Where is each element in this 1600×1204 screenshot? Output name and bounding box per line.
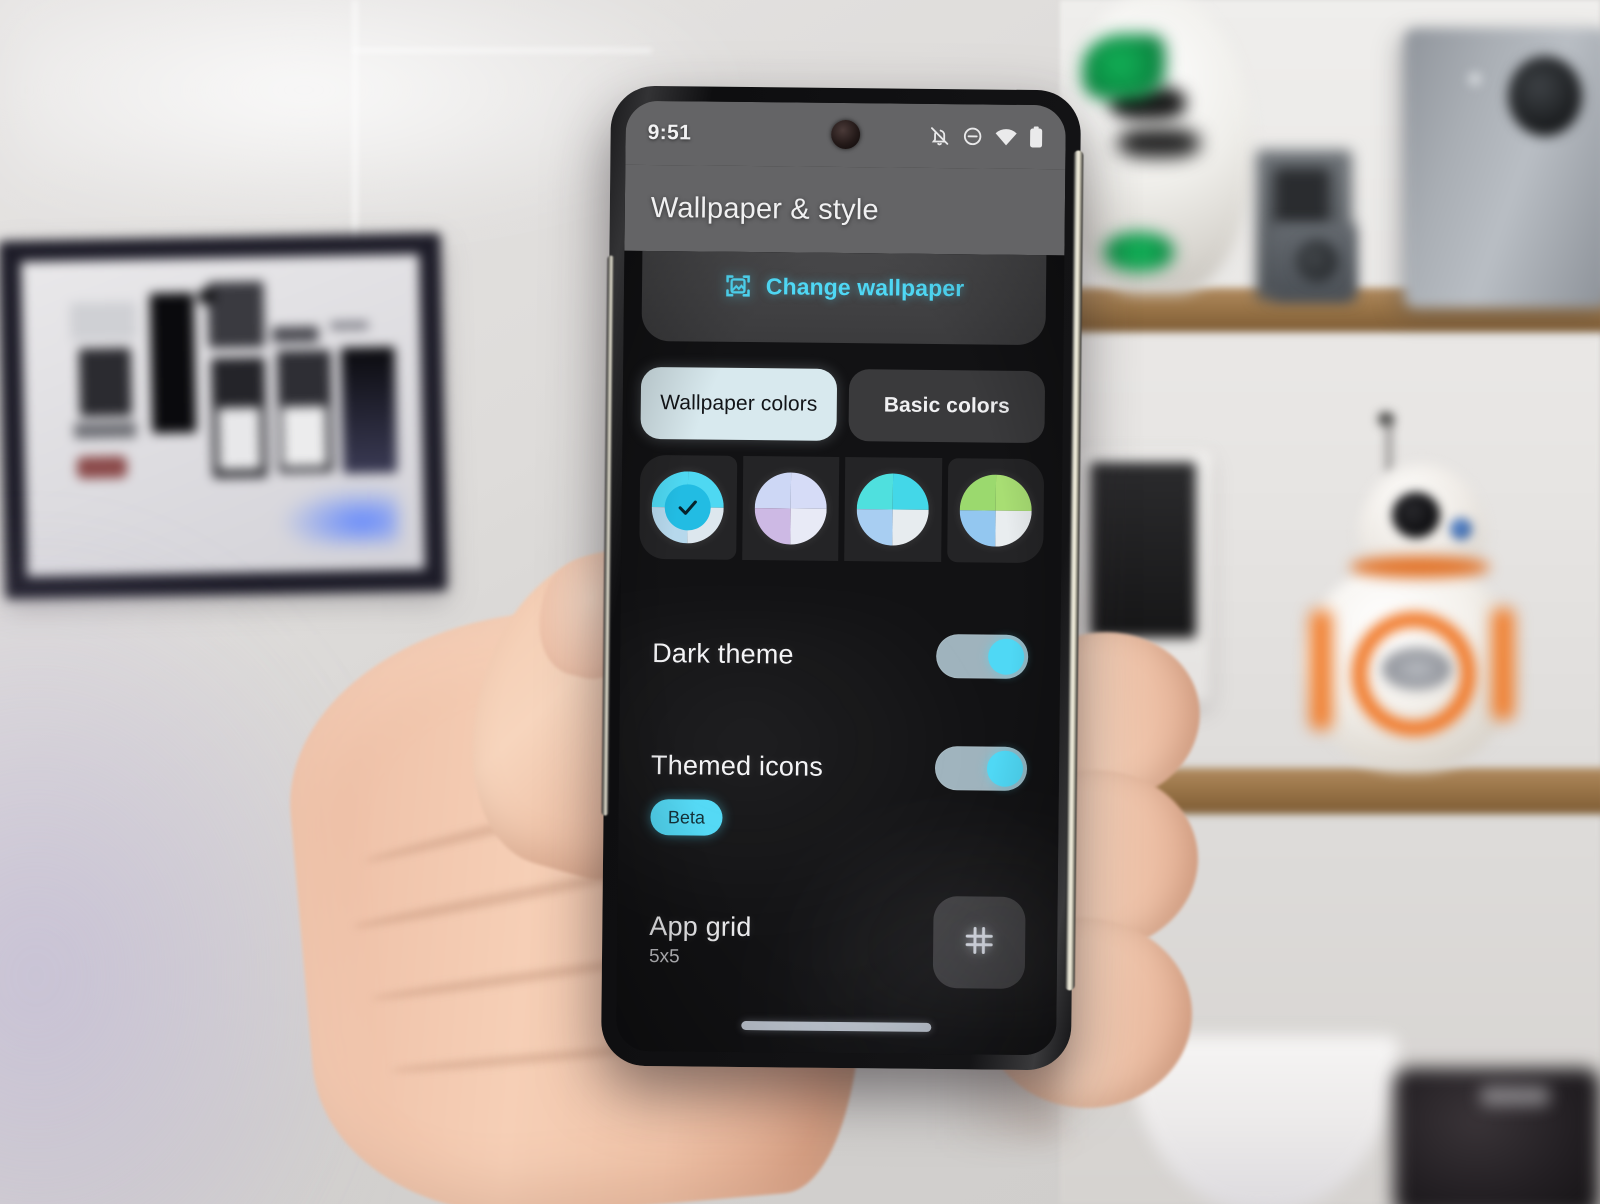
phone-screen: 9:51 Wallpaper & style Change wallpaper … xyxy=(616,100,1066,1056)
setting-row-dark-theme[interactable]: Dark theme xyxy=(638,631,1042,679)
do-not-disturb-icon xyxy=(962,125,984,147)
photo-scene: 9:51 Wallpaper & style Change wallpaper … xyxy=(0,0,1600,1204)
app-grid-value: 5x5 xyxy=(648,945,680,967)
swatch-selected-check xyxy=(664,484,712,531)
swatch-cell-4[interactable] xyxy=(946,458,1045,564)
tab-wallpaper-colors-label: Wallpaper colors xyxy=(660,391,818,416)
stormtrooper-green-accent-upper xyxy=(1082,34,1166,100)
status-time: 9:51 xyxy=(647,120,692,145)
color-swatch-2[interactable] xyxy=(754,472,827,545)
stormtrooper-green-accent-lower xyxy=(1102,232,1176,272)
gesture-navigation-pill[interactable] xyxy=(741,1020,932,1032)
dark-theme-label: Dark theme xyxy=(652,637,794,670)
bb8-collar xyxy=(1350,556,1490,578)
bb8-stripe-right xyxy=(1492,608,1514,720)
app-grid-button[interactable] xyxy=(932,895,1026,989)
setting-row-app-grid[interactable]: App grid 5x5 xyxy=(635,893,1040,989)
themed-icons-toggle[interactable] xyxy=(934,745,1028,791)
bb8-antenna-tip xyxy=(1378,412,1394,426)
color-swatch-4[interactable] xyxy=(959,474,1032,547)
app-grid-label: App grid xyxy=(649,910,752,942)
bb8-stripe-left xyxy=(1310,610,1332,730)
swatch-cell-1[interactable] xyxy=(639,454,737,560)
setting-row-themed-icons[interactable]: Themed icons xyxy=(637,743,1041,791)
pixel-phone: 9:51 Wallpaper & style Change wallpaper … xyxy=(600,85,1084,1071)
dslr-camera-highlight xyxy=(1480,1086,1550,1106)
swatch-cell-3[interactable] xyxy=(844,457,942,563)
themed-icons-label: Themed icons xyxy=(650,749,824,782)
shelf-speaker-screen xyxy=(1274,168,1330,226)
wall-seam-horizontal xyxy=(352,48,652,53)
beta-badge-container: Beta xyxy=(636,799,1040,839)
shelf-speaker-knob xyxy=(1296,240,1338,282)
tab-wallpaper-colors[interactable]: Wallpaper colors xyxy=(640,366,838,441)
wall-seam-vertical xyxy=(352,0,358,250)
dark-theme-toggle[interactable] xyxy=(935,634,1029,679)
change-wallpaper-button[interactable]: Change wallpaper xyxy=(641,250,1047,346)
bb8-main-eye xyxy=(1392,492,1440,538)
tab-basic-colors-label: Basic colors xyxy=(883,393,1010,418)
color-swatch-1[interactable] xyxy=(651,471,725,544)
bell-off-icon xyxy=(929,125,951,147)
dark-theme-toggle-knob xyxy=(987,638,1025,675)
silver-device-lens xyxy=(1508,56,1582,136)
stormtrooper-detail-dark-lower xyxy=(1118,128,1200,158)
app-bar: Wallpaper & style xyxy=(624,164,1066,256)
wifi-icon xyxy=(995,127,1018,147)
status-badge-beta: Beta xyxy=(650,799,723,836)
color-swatch-3[interactable] xyxy=(856,473,930,546)
image-crop-icon xyxy=(724,272,752,300)
settings-content: Change wallpaper Wallpaper colors Basic … xyxy=(616,250,1065,1056)
swatch-cell-2[interactable] xyxy=(741,455,840,561)
color-swatch-row xyxy=(639,454,1045,564)
page-title: Wallpaper & style xyxy=(650,191,879,226)
bb8-ring-inner xyxy=(1382,648,1452,690)
app-grid-text-group: App grid 5x5 xyxy=(649,911,752,969)
tab-basic-colors[interactable]: Basic colors xyxy=(848,369,1046,444)
battery-icon xyxy=(1029,126,1044,148)
status-icons xyxy=(929,125,1044,148)
themed-icons-toggle-knob xyxy=(986,750,1024,787)
change-wallpaper-label: Change wallpaper xyxy=(765,272,965,301)
bb8-antenna xyxy=(1386,420,1392,472)
bb8-secondary-eye xyxy=(1450,518,1472,540)
silver-device-indicator xyxy=(1468,72,1482,86)
color-source-tabs: Wallpaper colors Basic colors xyxy=(640,366,1046,444)
front-camera-punch-hole xyxy=(830,119,861,150)
grid-hash-icon xyxy=(962,923,996,962)
